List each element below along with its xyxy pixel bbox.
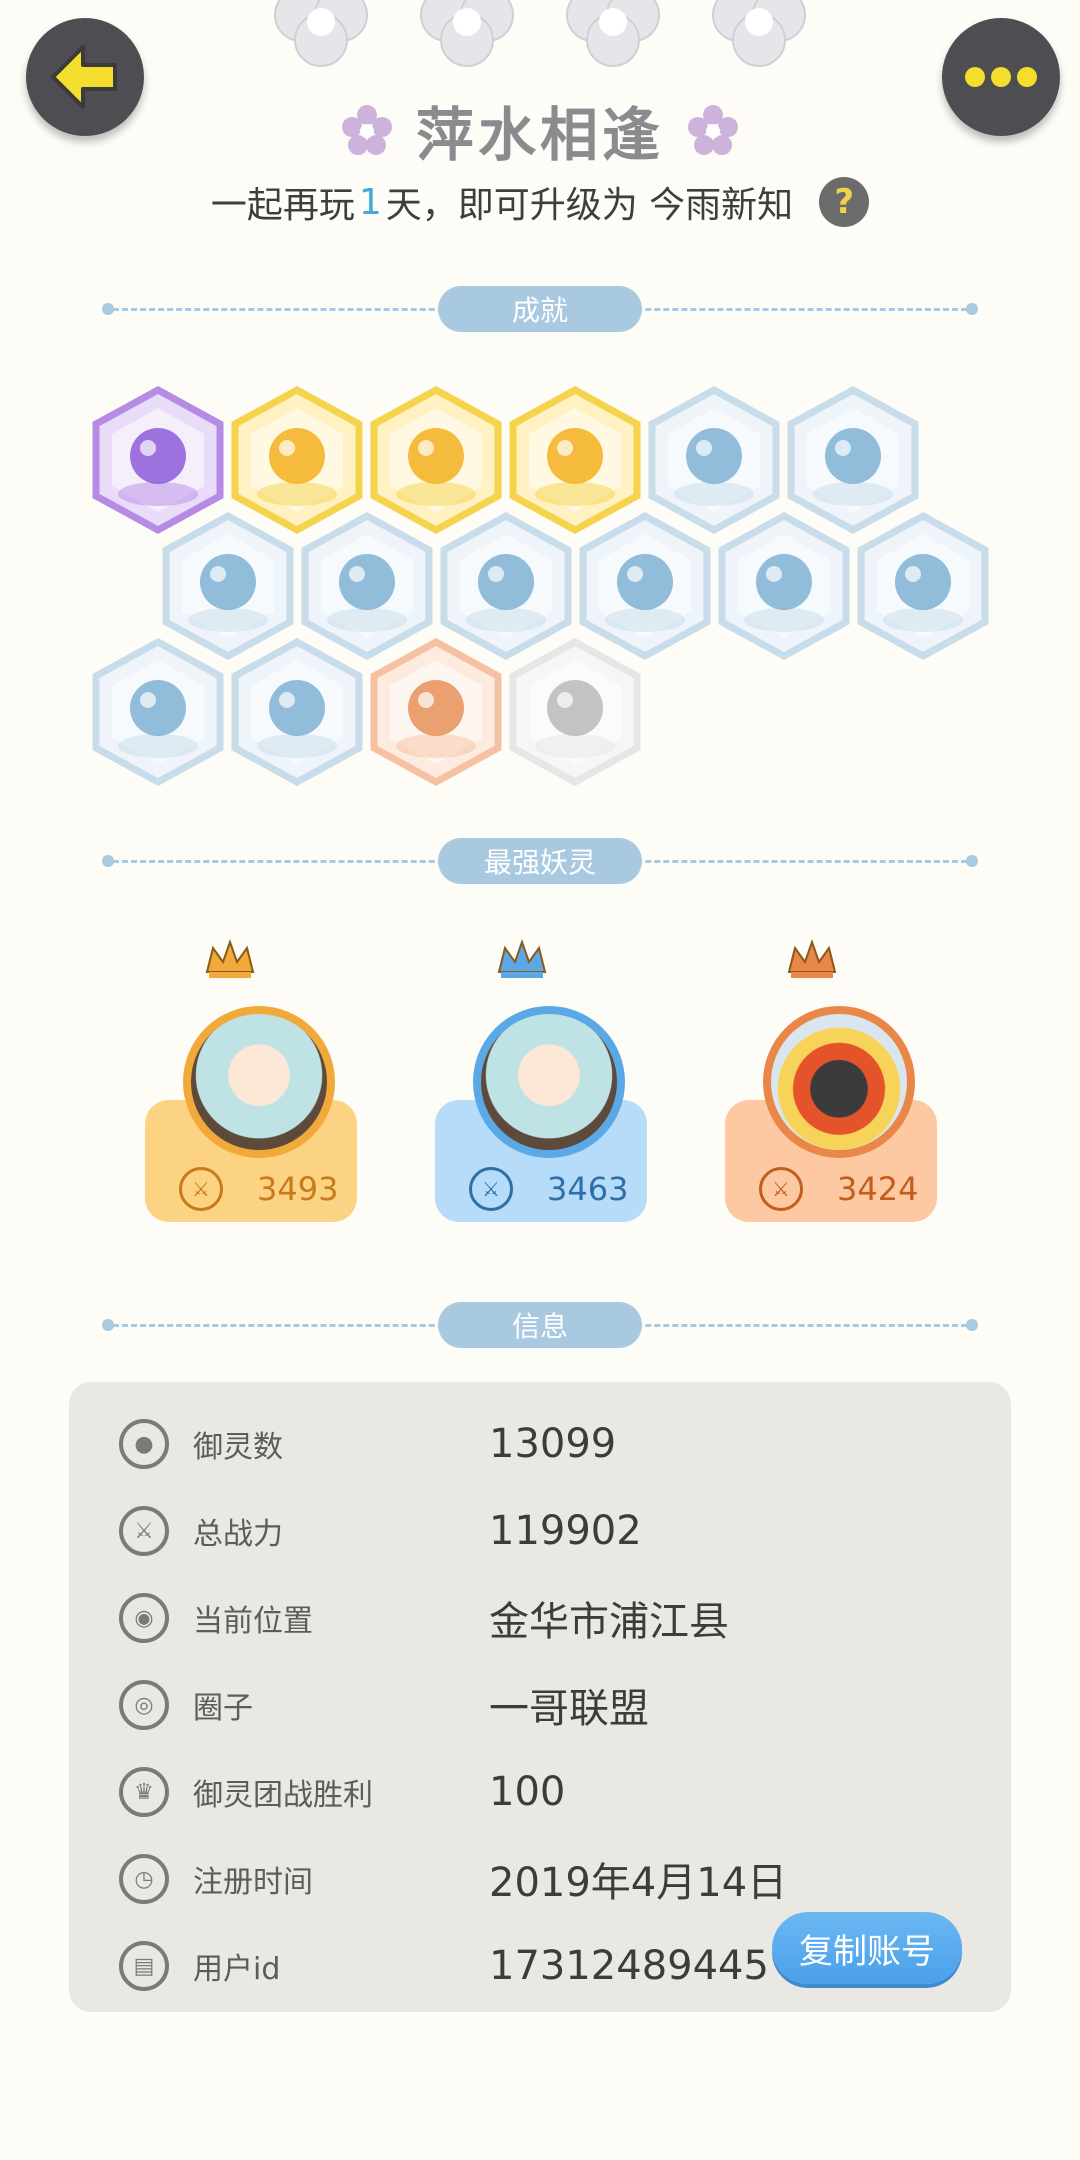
flower-icon <box>341 105 392 155</box>
info-label: 用户id <box>193 1952 281 1987</box>
divider-dot <box>966 1319 978 1331</box>
info-value: 119902 <box>489 1508 642 1554</box>
flower-decoration-icon <box>420 0 514 67</box>
divider-dot <box>966 855 978 867</box>
info-value: 一哥联盟 <box>489 1686 649 1732</box>
badge-blue-scroll[interactable] <box>855 512 991 660</box>
section-title-strongest: 最强妖灵 <box>438 838 642 884</box>
divider-dot <box>102 855 114 867</box>
ellipsis-icon <box>965 67 1037 87</box>
info-label: 圈子 <box>193 1691 253 1726</box>
section-divider-info: 信息 <box>102 1301 978 1349</box>
spirit-avatar[interactable] <box>473 1006 625 1158</box>
rank-crown-icon <box>787 938 837 978</box>
spirit-power: ⚔ 3493 <box>145 1164 357 1214</box>
spirit-power-value: 3424 <box>837 1170 919 1208</box>
badge-gray-book[interactable] <box>507 638 643 786</box>
info-label: 御灵团战胜利 <box>193 1778 373 1813</box>
victory-icon: ♛ <box>119 1767 169 1817</box>
upgrade-hint: 一起再玩 1 天，即可升级为 今雨新知 ? <box>0 172 1080 232</box>
info-value: 13099 <box>489 1421 617 1467</box>
circle-icon: ◎ <box>119 1680 169 1730</box>
info-value: 17312489445 <box>489 1943 769 1989</box>
section-title-info: 信息 <box>438 1302 642 1348</box>
section-divider-achievements: 成就 <box>102 285 978 333</box>
spirit-avatar[interactable] <box>183 1006 335 1158</box>
info-row-total-power: ⚔ 总战力 119902 <box>69 1496 1011 1566</box>
spirit-power-value: 3493 <box>257 1170 339 1208</box>
flower-decoration-icon <box>712 0 806 67</box>
spirit-power-value: 3463 <box>547 1170 629 1208</box>
badge-blue-beast[interactable] <box>90 638 226 786</box>
spirit-avatar[interactable] <box>763 1006 915 1158</box>
info-panel: ● 御灵数 13099 ⚔ 总战力 119902 ◉ 当前位置 金华市浦江县 ◎… <box>69 1382 1011 2012</box>
divider-dot <box>966 303 978 315</box>
badge-blue-ghost[interactable] <box>229 638 365 786</box>
badge-blue-taichi[interactable] <box>716 512 852 660</box>
flower-decoration-icon <box>274 0 368 67</box>
divider-dot <box>102 303 114 315</box>
upgrade-hint-days: 1 <box>358 181 382 223</box>
section-divider-strongest: 最强妖灵 <box>102 837 978 885</box>
power-icon: ⚔ <box>179 1167 223 1211</box>
spirit-power: ⚔ 3424 <box>725 1164 937 1214</box>
info-label: 总战力 <box>193 1517 283 1552</box>
relationship-title: 萍水相逢 <box>415 101 664 169</box>
power-icon: ⚔ <box>469 1167 513 1211</box>
info-label: 当前位置 <box>193 1604 313 1639</box>
upgrade-hint-prefix: 一起再玩 <box>210 185 355 226</box>
divider-dot <box>102 1319 114 1331</box>
info-row-team-wins: ♛ 御灵团战胜利 100 <box>69 1757 1011 1827</box>
info-row-register-date: ◷ 注册时间 2019年4月14日 <box>69 1844 1011 1914</box>
flower-decoration-icon <box>566 0 660 67</box>
location-icon: ◉ <box>119 1593 169 1643</box>
rank-crown-icon <box>497 938 547 978</box>
info-label: 注册时间 <box>193 1865 313 1900</box>
spirit-power: ⚔ 3463 <box>435 1164 647 1214</box>
sword-icon: ⚔ <box>119 1506 169 1556</box>
spirit-icon: ● <box>119 1419 169 1469</box>
clock-icon: ◷ <box>119 1854 169 1904</box>
info-value: 金华市浦江县 <box>489 1599 729 1645</box>
id-icon: ▤ <box>119 1941 169 1991</box>
upgrade-hint-suffix: 天，即可升级为 今雨新知 <box>385 185 794 226</box>
info-value: 2019年4月14日 <box>489 1860 788 1906</box>
power-icon: ⚔ <box>759 1167 803 1211</box>
info-value: 100 <box>489 1769 566 1815</box>
badge-orange-cart[interactable] <box>368 638 504 786</box>
flower-icon <box>688 105 738 155</box>
info-row-spirit-count: ● 御灵数 13099 <box>69 1409 1011 1479</box>
info-row-location: ◉ 当前位置 金华市浦江县 <box>69 1583 1011 1653</box>
copy-account-button[interactable]: 复制账号 <box>772 1912 962 1984</box>
relationship-title-row: 萍水相逢 <box>0 90 1080 170</box>
info-row-circle: ◎ 圈子 一哥联盟 <box>69 1670 1011 1740</box>
section-title-achievements: 成就 <box>438 286 642 332</box>
rank-crown-icon <box>205 938 255 978</box>
help-button[interactable]: ? <box>819 177 870 227</box>
info-label: 御灵数 <box>193 1430 283 1465</box>
